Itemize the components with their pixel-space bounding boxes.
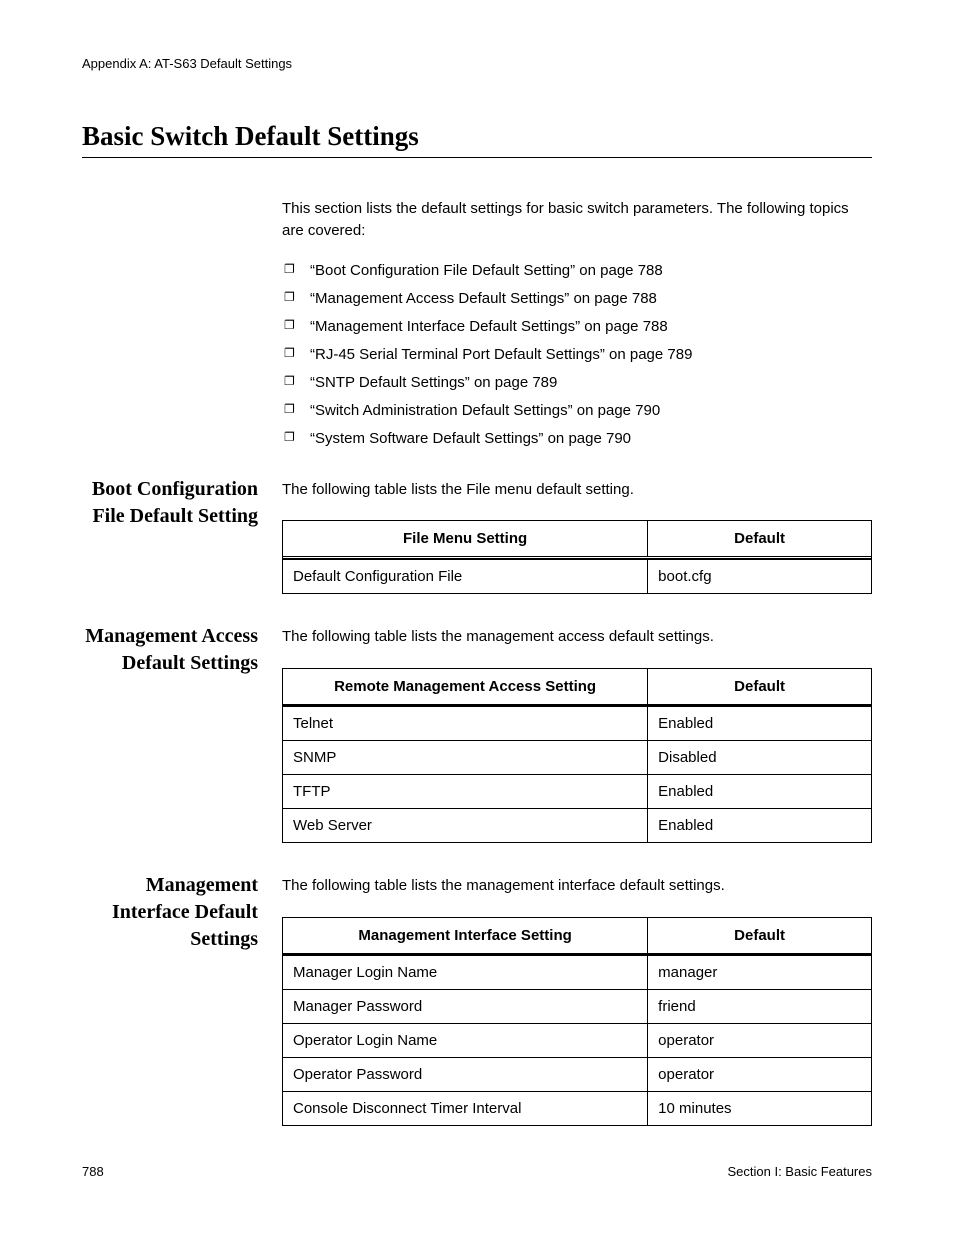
table-header: Remote Management Access Setting	[283, 668, 648, 704]
table-cell: manager	[648, 955, 872, 990]
page-header: Appendix A: AT-S63 Default Settings	[82, 56, 872, 71]
access-table: Remote Management Access Setting Default…	[282, 668, 872, 844]
table-cell: 10 minutes	[648, 1092, 872, 1126]
list-item: “Management Access Default Settings” on …	[282, 288, 872, 309]
table-cell: Operator Password	[283, 1058, 648, 1092]
section-intro: The following table lists the File menu …	[282, 479, 872, 501]
section-heading-boot: Boot Configuration File Default Setting	[82, 476, 258, 530]
list-item: “System Software Default Settings” on pa…	[282, 428, 872, 449]
table-row: Manager Password friend	[283, 990, 872, 1024]
boot-table: File Menu Setting Default Default Config…	[282, 520, 872, 594]
table-cell: friend	[648, 990, 872, 1024]
topic-list: “Boot Configuration File Default Setting…	[282, 260, 872, 449]
boot-section: Boot Configuration File Default Setting …	[282, 479, 872, 594]
table-row: Console Disconnect Timer Interval 10 min…	[283, 1092, 872, 1126]
table-cell: Enabled	[648, 706, 872, 741]
access-section: Management Access Default Settings The f…	[282, 626, 872, 843]
list-item: “Boot Configuration File Default Setting…	[282, 260, 872, 281]
footer-section: Section I: Basic Features	[727, 1164, 872, 1179]
page-title: Basic Switch Default Settings	[82, 121, 872, 158]
intro-text: This section lists the default settings …	[282, 198, 872, 242]
table-header: Default	[648, 668, 872, 704]
table-cell: Manager Password	[283, 990, 648, 1024]
table-cell: operator	[648, 1058, 872, 1092]
table-row: Operator Login Name operator	[283, 1024, 872, 1058]
table-cell: Console Disconnect Timer Interval	[283, 1092, 648, 1126]
table-row: Default Configuration File boot.cfg	[283, 559, 872, 594]
table-header: Default	[648, 917, 872, 953]
table-header: File Menu Setting	[283, 521, 648, 557]
table-row: Web Server Enabled	[283, 809, 872, 843]
table-header: Management Interface Setting	[283, 917, 648, 953]
table-row: TFTP Enabled	[283, 775, 872, 809]
list-item: “Switch Administration Default Settings”…	[282, 400, 872, 421]
table-cell: TFTP	[283, 775, 648, 809]
table-cell: operator	[648, 1024, 872, 1058]
table-cell: Default Configuration File	[283, 559, 648, 594]
page-footer: 788 Section I: Basic Features	[82, 1164, 872, 1179]
table-cell: SNMP	[283, 741, 648, 775]
table-row: Telnet Enabled	[283, 706, 872, 741]
table-header: Default	[648, 521, 872, 557]
interface-table: Management Interface Setting Default Man…	[282, 917, 872, 1127]
table-cell: Web Server	[283, 809, 648, 843]
table-row: SNMP Disabled	[283, 741, 872, 775]
table-cell: boot.cfg	[648, 559, 872, 594]
section-heading-access: Management Access Default Settings	[82, 623, 258, 677]
table-row: Manager Login Name manager	[283, 955, 872, 990]
table-cell: Manager Login Name	[283, 955, 648, 990]
table-cell: Telnet	[283, 706, 648, 741]
section-intro: The following table lists the management…	[282, 875, 872, 897]
list-item: “SNTP Default Settings” on page 789	[282, 372, 872, 393]
table-cell: Enabled	[648, 809, 872, 843]
section-heading-interface: Management Interface Default Settings	[82, 872, 258, 953]
table-cell: Disabled	[648, 741, 872, 775]
page-number: 788	[82, 1164, 104, 1179]
table-cell: Enabled	[648, 775, 872, 809]
list-item: “RJ-45 Serial Terminal Port Default Sett…	[282, 344, 872, 365]
table-cell: Operator Login Name	[283, 1024, 648, 1058]
section-intro: The following table lists the management…	[282, 626, 872, 648]
table-row: Operator Password operator	[283, 1058, 872, 1092]
list-item: “Management Interface Default Settings” …	[282, 316, 872, 337]
interface-section: Management Interface Default Settings Th…	[282, 875, 872, 1126]
